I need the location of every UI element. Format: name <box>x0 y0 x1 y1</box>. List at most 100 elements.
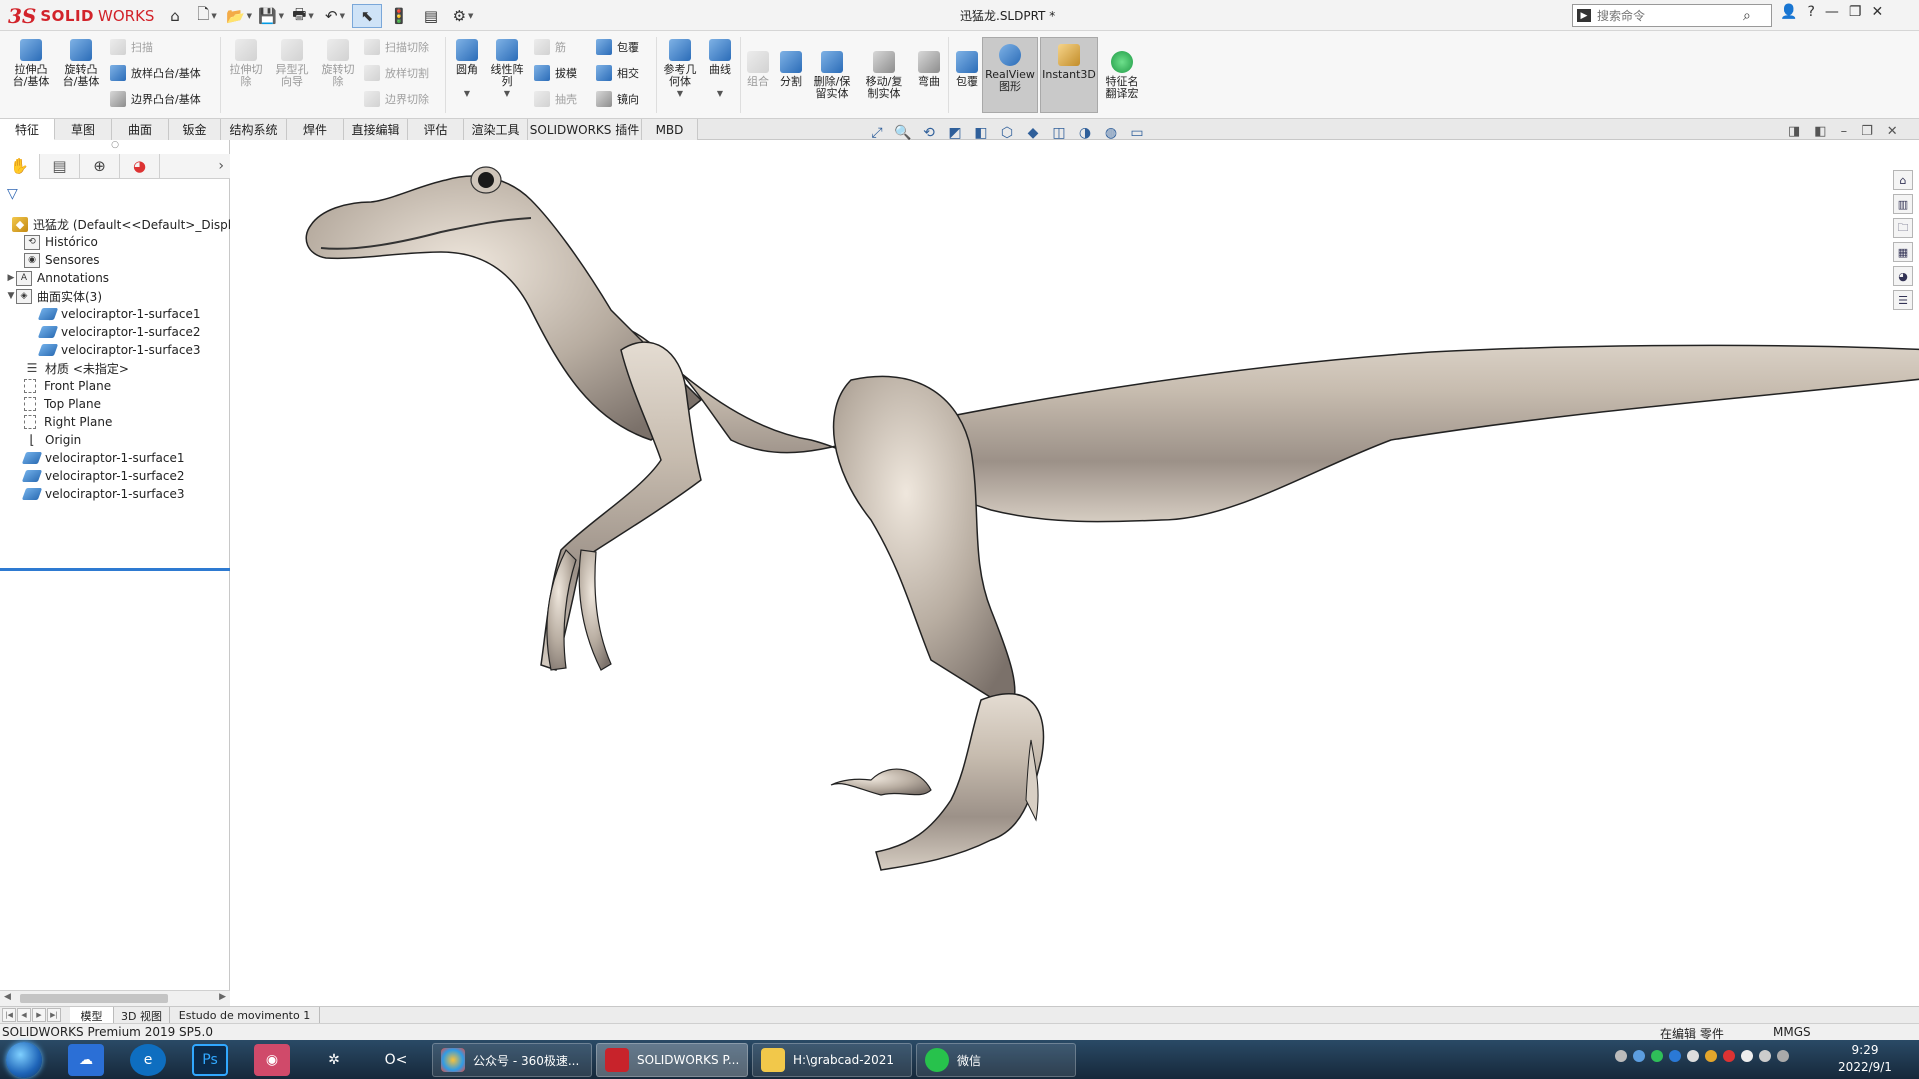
first-tab-icon[interactable]: |◀ <box>2 1008 16 1022</box>
scroll-left-icon[interactable]: ◀ <box>4 992 11 1002</box>
tree-surface-body-1[interactable]: velociraptor-1-surface1 <box>37 305 201 323</box>
tree-sensors[interactable]: ◉ Sensores <box>14 251 100 269</box>
browser-icon[interactable]: e <box>130 1044 166 1076</box>
tree-surface-body-3[interactable]: velociraptor-1-surface3 <box>37 341 201 359</box>
minimize-icon[interactable]: — <box>1825 4 1839 20</box>
tree-horizontal-scrollbar[interactable]: ◀ ▶ <box>0 990 230 1006</box>
appearances-icon[interactable]: ◕ <box>1893 266 1913 286</box>
network-share-icon[interactable] <box>1633 1050 1645 1062</box>
pattern-dropdown-icon[interactable]: ▼ <box>504 88 510 100</box>
scroll-thumb[interactable] <box>20 994 168 1003</box>
design-library-icon[interactable]: ▥ <box>1893 194 1913 214</box>
fillet-button[interactable]: 圆角 ▼ <box>451 39 483 100</box>
command-search[interactable]: ▶ ⌕ <box>1572 4 1772 27</box>
rebuild-traffic-light-icon[interactable]: 🚦 <box>384 4 414 28</box>
tree-front-plane[interactable]: Front Plane <box>14 377 111 395</box>
tree-feature-surface-2[interactable]: velociraptor-1-surface2 <box>14 467 185 485</box>
file-explorer-icon[interactable]: 🗀 <box>1893 218 1913 238</box>
tray-o-icon[interactable] <box>1687 1050 1699 1062</box>
user-icon[interactable]: 👤 <box>1780 4 1797 20</box>
restore-icon[interactable]: ❐ <box>1849 4 1862 20</box>
propertymanager-tab-icon[interactable]: ▤ <box>40 153 80 179</box>
solidworks-logo[interactable]: 3S SOLID WORKS <box>8 3 154 28</box>
next-tab-icon[interactable]: ▶ <box>32 1008 46 1022</box>
tree-history[interactable]: ⟲ Histórico <box>14 233 98 251</box>
view-palette-icon[interactable]: ▦ <box>1893 242 1913 262</box>
collapse-arrow-icon[interactable]: ▼ <box>6 291 16 301</box>
combine-button[interactable]: 组合 <box>744 51 772 88</box>
home-icon[interactable]: ⌂ <box>160 4 190 28</box>
linear-pattern-button[interactable]: 线性阵 列 ▼ <box>488 39 526 100</box>
tray-qq-icon[interactable] <box>1705 1050 1717 1062</box>
lofted-cut-button[interactable]: 放样切割 <box>364 65 429 81</box>
tab-sheet-metal[interactable]: 钣金 <box>169 119 221 140</box>
windows-start-icon[interactable] <box>6 1042 42 1078</box>
search-icon[interactable]: ⌕ <box>1743 8 1751 24</box>
flex-button[interactable]: 弯曲 <box>914 51 944 88</box>
tab-model[interactable]: 模型 <box>70 1007 114 1024</box>
viewport-close-icon[interactable]: ✕ <box>1887 124 1898 139</box>
tab-structure-system[interactable]: 结构系统 <box>221 119 287 140</box>
realview-button[interactable]: RealView 图形 <box>982 37 1038 113</box>
wechat-tray-icon[interactable] <box>1651 1050 1663 1062</box>
close-icon[interactable]: ✕ <box>1871 4 1883 20</box>
tab-features[interactable]: 特征 <box>0 119 55 140</box>
tab-render-tools[interactable]: 渲染工具 <box>464 119 528 140</box>
tree-feature-surface-1[interactable]: velociraptor-1-surface1 <box>14 449 185 467</box>
velociraptor-model[interactable] <box>231 140 1919 1006</box>
keyboard-icon[interactable] <box>1615 1050 1627 1062</box>
tree-material[interactable]: ☰ 材质 <未指定> <box>14 359 129 377</box>
tab-evaluate[interactable]: 评估 <box>408 119 464 140</box>
expand-arrow-icon[interactable]: ▶ <box>6 273 16 283</box>
draft-button[interactable]: 拔模 <box>534 65 577 81</box>
new-document-icon[interactable]: 🗋 ▼ <box>192 4 222 28</box>
unit-system[interactable]: MMGS <box>1773 1025 1811 1039</box>
taskbar-app-wechat[interactable]: 微信 <box>916 1043 1076 1077</box>
undo-icon[interactable]: ↶ ▼ <box>320 4 350 28</box>
print-icon[interactable]: 🖶 ▼ <box>288 4 318 28</box>
action-center-icon[interactable] <box>1777 1050 1789 1062</box>
tab-solidworks-addins[interactable]: SOLIDWORKS 插件 <box>528 119 642 140</box>
open-folder-icon[interactable]: 📂 ▼ <box>224 4 254 28</box>
split-viewport-right-icon[interactable]: ◧ <box>1814 124 1826 139</box>
tree-root-part[interactable]: ◆ 迅猛龙 (Default<<Default>_Display <box>2 215 246 233</box>
mirror-button[interactable]: 镜向 <box>596 91 639 107</box>
tab-mbd[interactable]: MBD <box>642 119 698 140</box>
tab-surfaces[interactable]: 曲面 <box>112 119 169 140</box>
revolve-boss-button[interactable]: 旋转凸 台/基体 <box>60 39 102 88</box>
boundary-boss-button[interactable]: 边界凸台/基体 <box>110 91 201 107</box>
tree-surface-body-2[interactable]: velociraptor-1-surface2 <box>37 323 201 341</box>
power-icon[interactable] <box>1741 1050 1753 1062</box>
input-method-icon[interactable] <box>1723 1050 1735 1062</box>
help-icon[interactable]: ? <box>1807 4 1814 20</box>
baidu-netdisk-icon[interactable]: ☁ <box>68 1044 104 1076</box>
viewport-restore-icon[interactable]: ❐ <box>1861 124 1873 139</box>
loft-boss-button[interactable]: 放样凸台/基体 <box>110 65 201 81</box>
curves-dropdown-icon[interactable]: ▼ <box>717 88 723 100</box>
tab-direct-editing[interactable]: 直接编辑 <box>344 119 408 140</box>
delete-keep-body-button[interactable]: 删除/保 留实体 <box>810 51 854 100</box>
xmind-icon[interactable]: ✲ <box>316 1044 352 1076</box>
configurationmanager-tab-icon[interactable]: ⊕ <box>80 153 120 179</box>
extrude-cut-button[interactable]: 拉伸切 除 <box>226 39 266 88</box>
search-input[interactable] <box>1597 8 1737 23</box>
tab-weldments[interactable]: 焊件 <box>287 119 344 140</box>
displaymanager-tab-icon[interactable]: ◕ <box>120 153 160 179</box>
tree-origin[interactable]: ⌊ Origin <box>14 431 81 449</box>
select-cursor-icon[interactable]: ⬉ <box>352 4 382 28</box>
solidworks-resources-home-icon[interactable]: ⌂ <box>1893 170 1913 190</box>
revolve-cut-button[interactable]: 旋转切 除 <box>318 39 358 88</box>
tab-motion-study[interactable]: Estudo de movimento 1 <box>170 1007 320 1024</box>
previous-tab-icon[interactable]: ◀ <box>17 1008 31 1022</box>
taskbar-app-explorer[interactable]: H:\grabcad-2021 <box>752 1043 912 1077</box>
boundary-cut-button[interactable]: 边界切除 <box>364 91 429 107</box>
instant3d-button[interactable]: Instant3D <box>1040 37 1098 113</box>
intersect-button[interactable]: 相交 <box>596 65 639 81</box>
save-icon[interactable]: 💾 ▼ <box>256 4 286 28</box>
featuremanager-tab-icon[interactable]: ✋ <box>0 153 40 179</box>
feature-translate-button[interactable]: 特征名 翻译宏 <box>1100 51 1144 100</box>
volume-icon[interactable] <box>1759 1050 1771 1062</box>
shell-button[interactable]: 抽壳 <box>534 91 577 107</box>
tree-surface-bodies[interactable]: ▼ ◈ 曲面实体(3) <box>6 287 102 305</box>
wrap-body-button[interactable]: 包覆 <box>952 51 982 88</box>
